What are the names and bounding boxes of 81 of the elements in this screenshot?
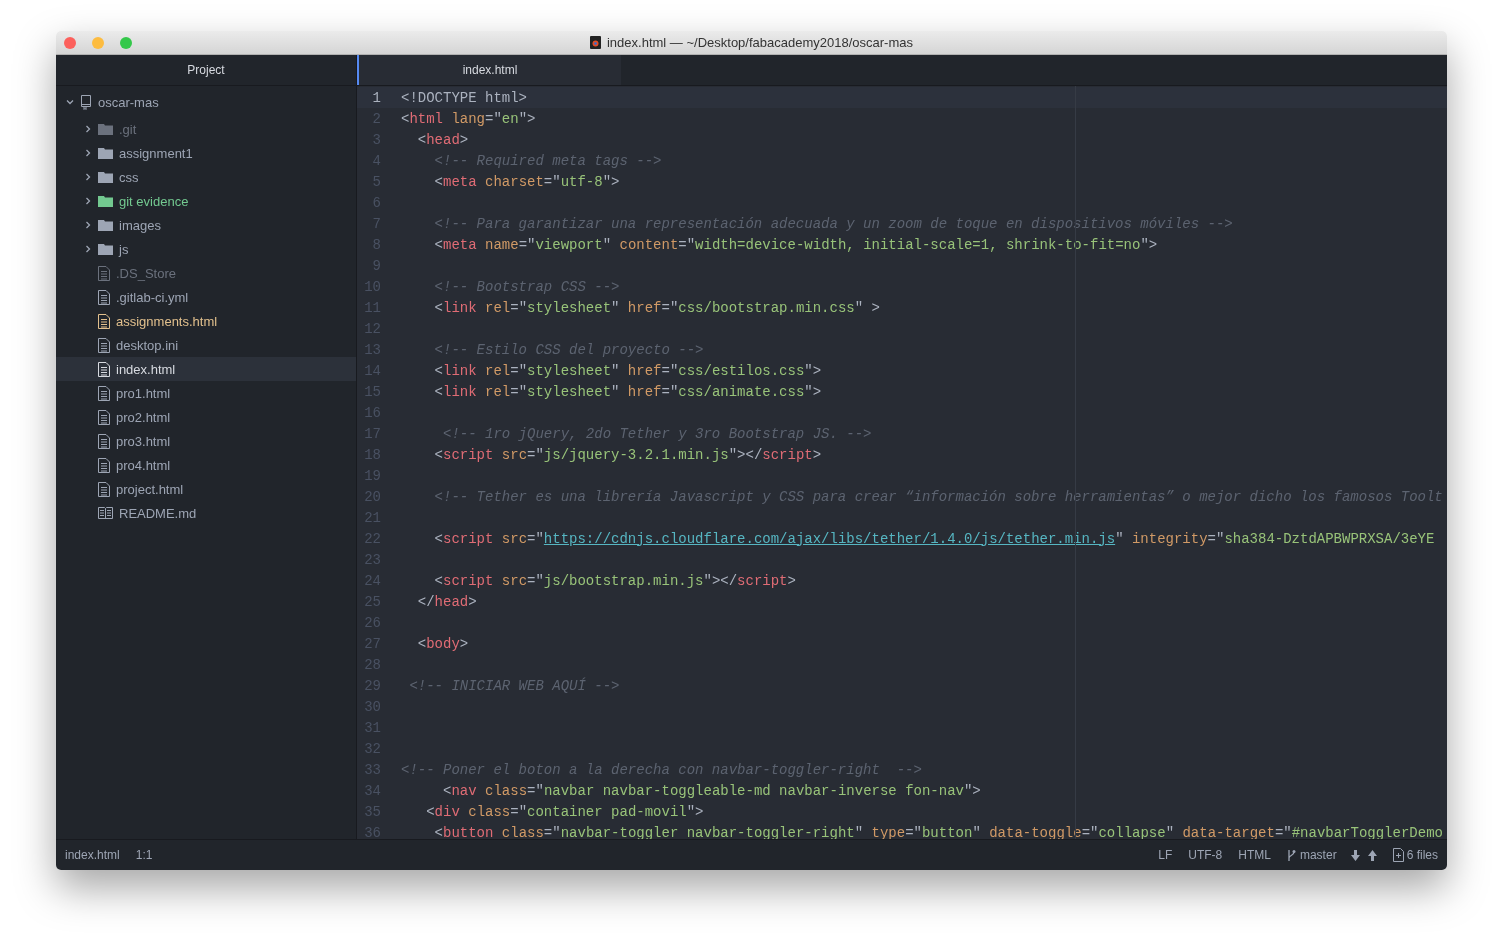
file-icon: [98, 481, 110, 497]
folder-icon: [98, 243, 113, 255]
folder-icon: [98, 123, 113, 135]
code-line: <button class="navbar-toggler navbar-toggler-right" type="button" data-toggle="collapse" data-target="#navbarTogglerDemo: [433, 824, 1443, 839]
file-icon: [98, 265, 110, 281]
code-line: <link rel="stylesheet" href="css/animate.css">: [433, 383, 822, 400]
tree-item[interactable]: desktop.ini: [56, 333, 356, 357]
file-icon: [98, 361, 110, 377]
cursor-position[interactable]: 1:1: [135, 848, 153, 862]
code-line: <script src="js/jquery-3.2.1.min.js"></script>: [433, 446, 822, 463]
file-icon: [1392, 848, 1404, 862]
up-arrow-icon[interactable]: [1367, 849, 1377, 861]
branch-icon: [1286, 848, 1296, 862]
folder-icon: [98, 147, 113, 159]
repository-icon: [80, 94, 92, 110]
changed-files[interactable]: 6 files: [1406, 848, 1438, 862]
line-ending[interactable]: LF: [1158, 848, 1173, 862]
code-line: <head>: [416, 131, 469, 148]
tree-item[interactable]: pro3.html: [56, 429, 356, 453]
code-line: <!-- Required meta tags -->: [433, 152, 662, 169]
file-icon: [98, 313, 110, 329]
tree-item[interactable]: .gitlab-ci.yml: [56, 285, 356, 309]
chevron-down-icon[interactable]: [66, 98, 74, 106]
code-line: <!-- Bootstrap CSS -->: [433, 278, 620, 295]
code-line: <!-- Poner el boton a la derecha con navbar-toggler-right -->: [401, 761, 922, 778]
folder-icon: [98, 219, 113, 231]
code-line: <meta name="viewport" content="width=device-width, initial-scale=1, shrink-to-fit=no">: [433, 236, 1158, 253]
code-line: <html lang="en">: [401, 110, 536, 127]
book-icon: [98, 507, 113, 519]
chevron-right-icon[interactable]: [84, 173, 92, 181]
file-icon: [98, 457, 110, 473]
code-line: <script src="https://cdnjs.cloudflare.com/ajax/libs/tether/1.4.0/js/tether.min.js" integrity="sha384-DztdAPBWPRXSA/3eYE: [433, 530, 1435, 547]
tree-item[interactable]: project.html: [56, 477, 356, 501]
panel-title: Project: [187, 63, 225, 77]
file-icon: [98, 433, 110, 449]
file-icon: [98, 385, 110, 401]
chevron-right-icon[interactable]: [84, 197, 92, 205]
code-line: <meta charset="utf-8">: [433, 173, 620, 190]
chevron-right-icon[interactable]: [84, 125, 92, 133]
tree-item[interactable]: index.html: [56, 357, 356, 381]
file-icon: [98, 337, 110, 353]
folder-icon: [98, 195, 113, 207]
tree-item[interactable]: pro1.html: [56, 381, 356, 405]
git-branch[interactable]: master: [1299, 848, 1337, 862]
code-line: <link rel="stylesheet" href="css/estilos.css">: [433, 362, 822, 379]
encoding[interactable]: UTF-8: [1188, 848, 1223, 862]
file-path[interactable]: index.html: [65, 848, 120, 862]
code-line: <!-- 1ro jQuery, 2do Tether y 3ro Bootstrap JS. -->: [442, 425, 872, 442]
code-line: <!-- Estilo CSS del proyecto -->: [433, 341, 704, 358]
tree-item[interactable]: assignments.html: [56, 309, 356, 333]
folder-icon: [98, 171, 113, 183]
tree-item[interactable]: css: [56, 165, 356, 189]
code-line: <!-- INICIAR WEB AQUÍ -->: [408, 677, 620, 694]
chevron-right-icon[interactable]: [84, 245, 92, 253]
tree-item[interactable]: pro2.html: [56, 405, 356, 429]
code-line: <div class="container pad-movil">: [425, 803, 704, 820]
file-icon: [98, 289, 110, 305]
code-line: <nav class="navbar navbar-toggleable-md navbar-inverse fon-nav">: [442, 782, 981, 799]
tree-item[interactable]: assignment1: [56, 141, 356, 165]
file-icon: [98, 409, 110, 425]
chevron-right-icon[interactable]: [84, 221, 92, 229]
tree-item[interactable]: README.md: [56, 501, 356, 525]
editor-tab[interactable]: index.html: [357, 55, 621, 85]
chevron-right-icon[interactable]: [84, 149, 92, 157]
line-number: 1: [371, 89, 381, 106]
code-line: <!DOCTYPE html>: [401, 89, 528, 106]
code-line: </head>: [416, 593, 477, 610]
code-line: <script src="js/bootstrap.min.js"></script>: [433, 572, 796, 589]
grammar[interactable]: HTML: [1238, 848, 1271, 862]
down-arrow-icon[interactable]: [1350, 849, 1360, 861]
code-line: <body>: [416, 635, 469, 652]
window-title: index.html — ~/Desktop/fabacademy2018/oscar-mas: [607, 35, 913, 50]
code-line: <!-- Para garantizar una representación adecuada y un zoom de toque en dispositivos móviles -->: [433, 215, 1233, 232]
tree-item[interactable]: pro4.html: [56, 453, 356, 477]
tree-item[interactable]: js: [56, 237, 356, 261]
tree-item[interactable]: oscar-mas: [56, 89, 356, 115]
html-file-icon: [590, 36, 601, 49]
tree-item[interactable]: git evidence: [56, 189, 356, 213]
tree-item[interactable]: images: [56, 213, 356, 237]
code-line: <link rel="stylesheet" href="css/bootstrap.min.css" >: [433, 299, 880, 316]
code-line: <!-- Tether es una librería Javascript y CSS para crear “información sobre herramientas” o mejor dicho los famosos Toolt: [433, 488, 1443, 505]
